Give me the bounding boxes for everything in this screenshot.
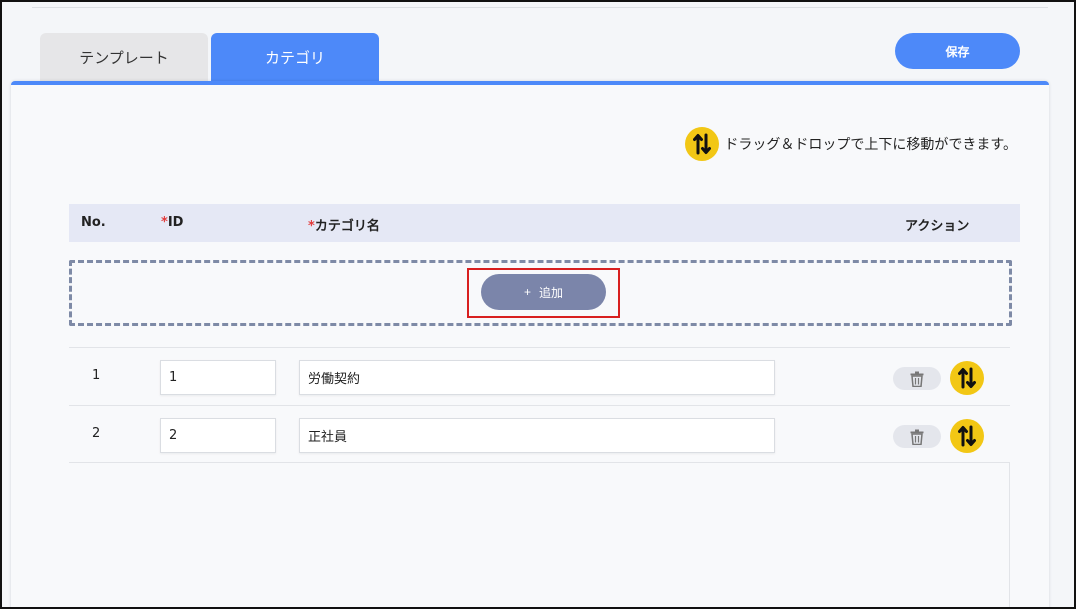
table-header: No. *ID *カテゴリ名 アクション	[69, 204, 1020, 242]
header-name-label: カテゴリ名	[314, 219, 380, 234]
top-divider	[32, 7, 1048, 8]
id-field[interactable]: 2	[160, 418, 276, 453]
trash-icon	[910, 429, 924, 445]
category-panel: ドラッグ＆ドロップで上下に移動ができます。 No. *ID *カテゴリ名 アクシ…	[11, 81, 1049, 607]
row-number: 2	[92, 426, 101, 441]
plus-icon: +	[523, 285, 531, 299]
header-id: *ID	[161, 215, 183, 230]
required-mark: *	[161, 215, 168, 230]
drag-handle-icon[interactable]	[950, 419, 984, 453]
trash-icon	[910, 371, 924, 387]
save-button[interactable]: 保存	[895, 33, 1020, 69]
add-drop-zone: + 追加	[69, 260, 1012, 326]
tab-category[interactable]: カテゴリ	[211, 33, 379, 81]
add-button-label: 追加	[539, 285, 564, 300]
tab-template-label: テンプレート	[79, 48, 169, 67]
category-name-field[interactable]: 労働契約	[299, 360, 775, 395]
header-action: アクション	[905, 219, 970, 234]
required-mark: *	[308, 219, 315, 234]
add-button[interactable]: + 追加	[481, 274, 606, 310]
delete-button[interactable]	[893, 367, 941, 390]
table-row[interactable]: 1 1 労働契約	[69, 347, 1010, 405]
drag-sort-icon	[685, 127, 720, 161]
app-frame: テンプレート カテゴリ 保存 ドラッグ＆ドロップで上下に移動ができます。 No.…	[0, 0, 1076, 609]
table-row[interactable]: 2 2 正社員	[69, 405, 1010, 463]
delete-button[interactable]	[893, 425, 941, 448]
category-name-field[interactable]: 正社員	[299, 418, 775, 453]
category-rows: 1 1 労働契約 2 2 正社員	[69, 347, 1010, 607]
header-no: No.	[81, 215, 106, 230]
drag-hint-text: ドラッグ＆ドロップで上下に移動ができます。	[724, 137, 1017, 153]
row-number: 1	[92, 368, 101, 383]
header-id-label: ID	[167, 215, 184, 230]
tab-category-label: カテゴリ	[264, 48, 325, 67]
header-name: *カテゴリ名	[308, 215, 380, 234]
drag-hint: ドラッグ＆ドロップで上下に移動ができます。	[685, 127, 1017, 161]
id-field[interactable]: 1	[160, 360, 276, 395]
drag-handle-icon[interactable]	[950, 361, 984, 395]
tab-template[interactable]: テンプレート	[40, 33, 208, 81]
